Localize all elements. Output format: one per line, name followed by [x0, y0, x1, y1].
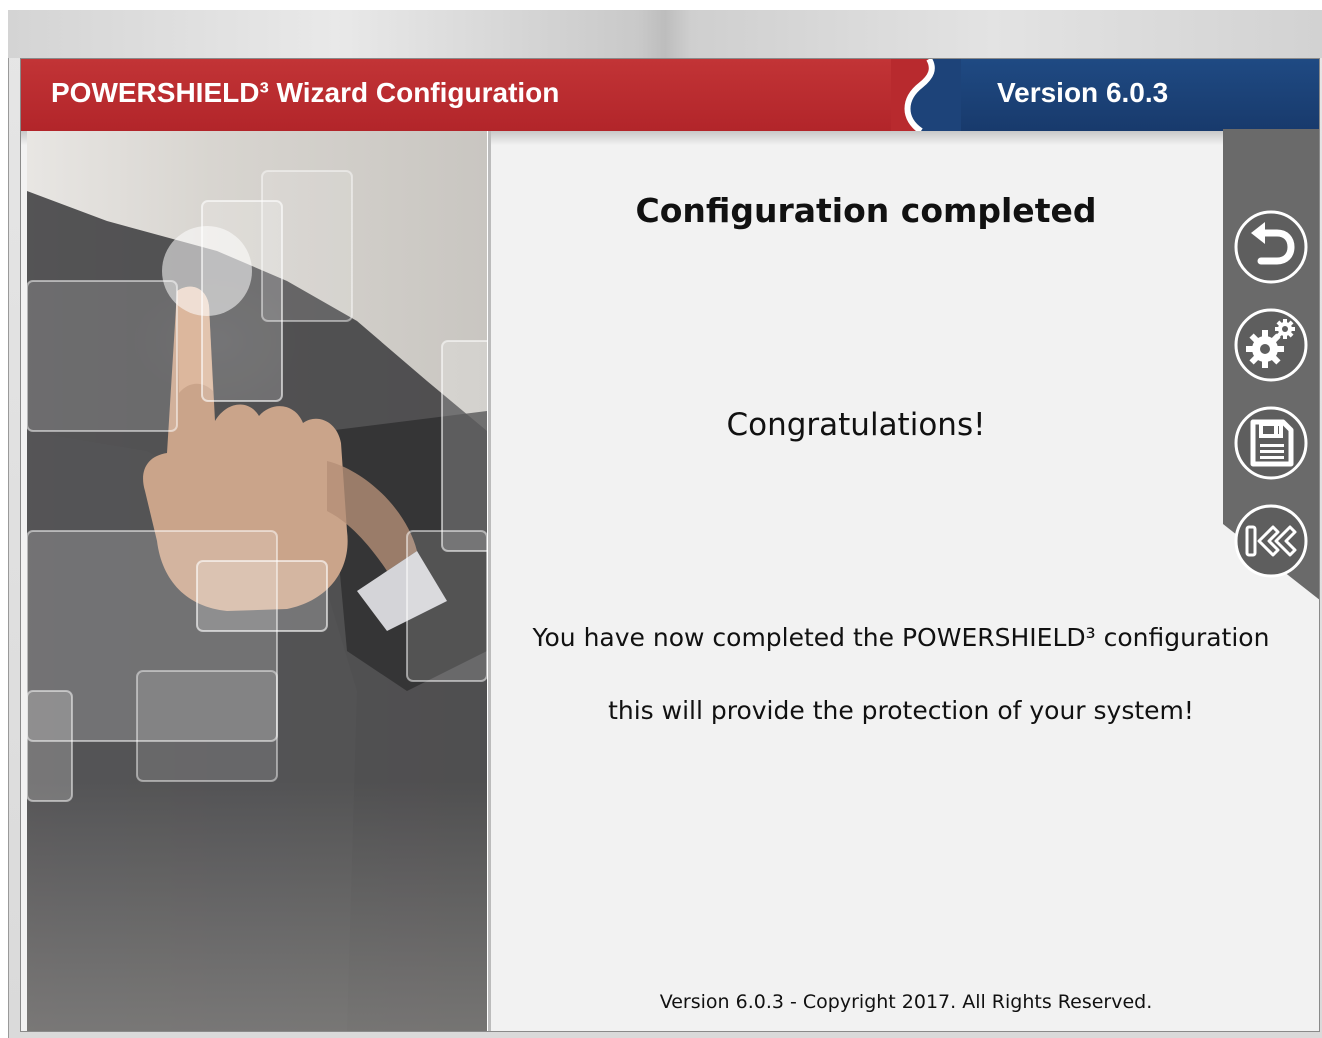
rewind-start-icon	[1234, 504, 1308, 578]
header-swoosh-graphic	[891, 59, 961, 131]
page-title: Configuration completed	[635, 191, 1097, 230]
version-label: Version 6.0.3	[997, 77, 1169, 108]
window-titlebar	[8, 10, 1322, 58]
gears-icon	[1234, 308, 1308, 382]
undo-arrow-icon	[1234, 210, 1308, 284]
touchscreen-hand-image	[27, 131, 487, 1031]
back-button[interactable]	[1233, 209, 1309, 285]
congratulations-text: Congratulations!	[726, 407, 986, 443]
wizard-window: POWERSHIELD³ Wizard Configuration Versio…	[20, 58, 1320, 1032]
floppy-save-icon	[1234, 406, 1308, 480]
completion-message-line2: this will provide the protection of your…	[608, 696, 1194, 725]
side-toolbar	[1223, 129, 1319, 619]
settings-button[interactable]	[1233, 307, 1309, 383]
content-panel: Configuration completed Congratulations!…	[491, 131, 1319, 1031]
app-title: POWERSHIELD³ Wizard Configuration	[51, 77, 560, 108]
copyright-footer: Version 6.0.3 - Copyright 2017. All Righ…	[659, 991, 1153, 1013]
header-bar: POWERSHIELD³ Wizard Configuration Versio…	[21, 59, 1319, 131]
save-button[interactable]	[1233, 405, 1309, 481]
completion-message-line1: You have now completed the POWERSHIELD³ …	[532, 623, 1270, 652]
first-page-button[interactable]	[1233, 503, 1309, 579]
